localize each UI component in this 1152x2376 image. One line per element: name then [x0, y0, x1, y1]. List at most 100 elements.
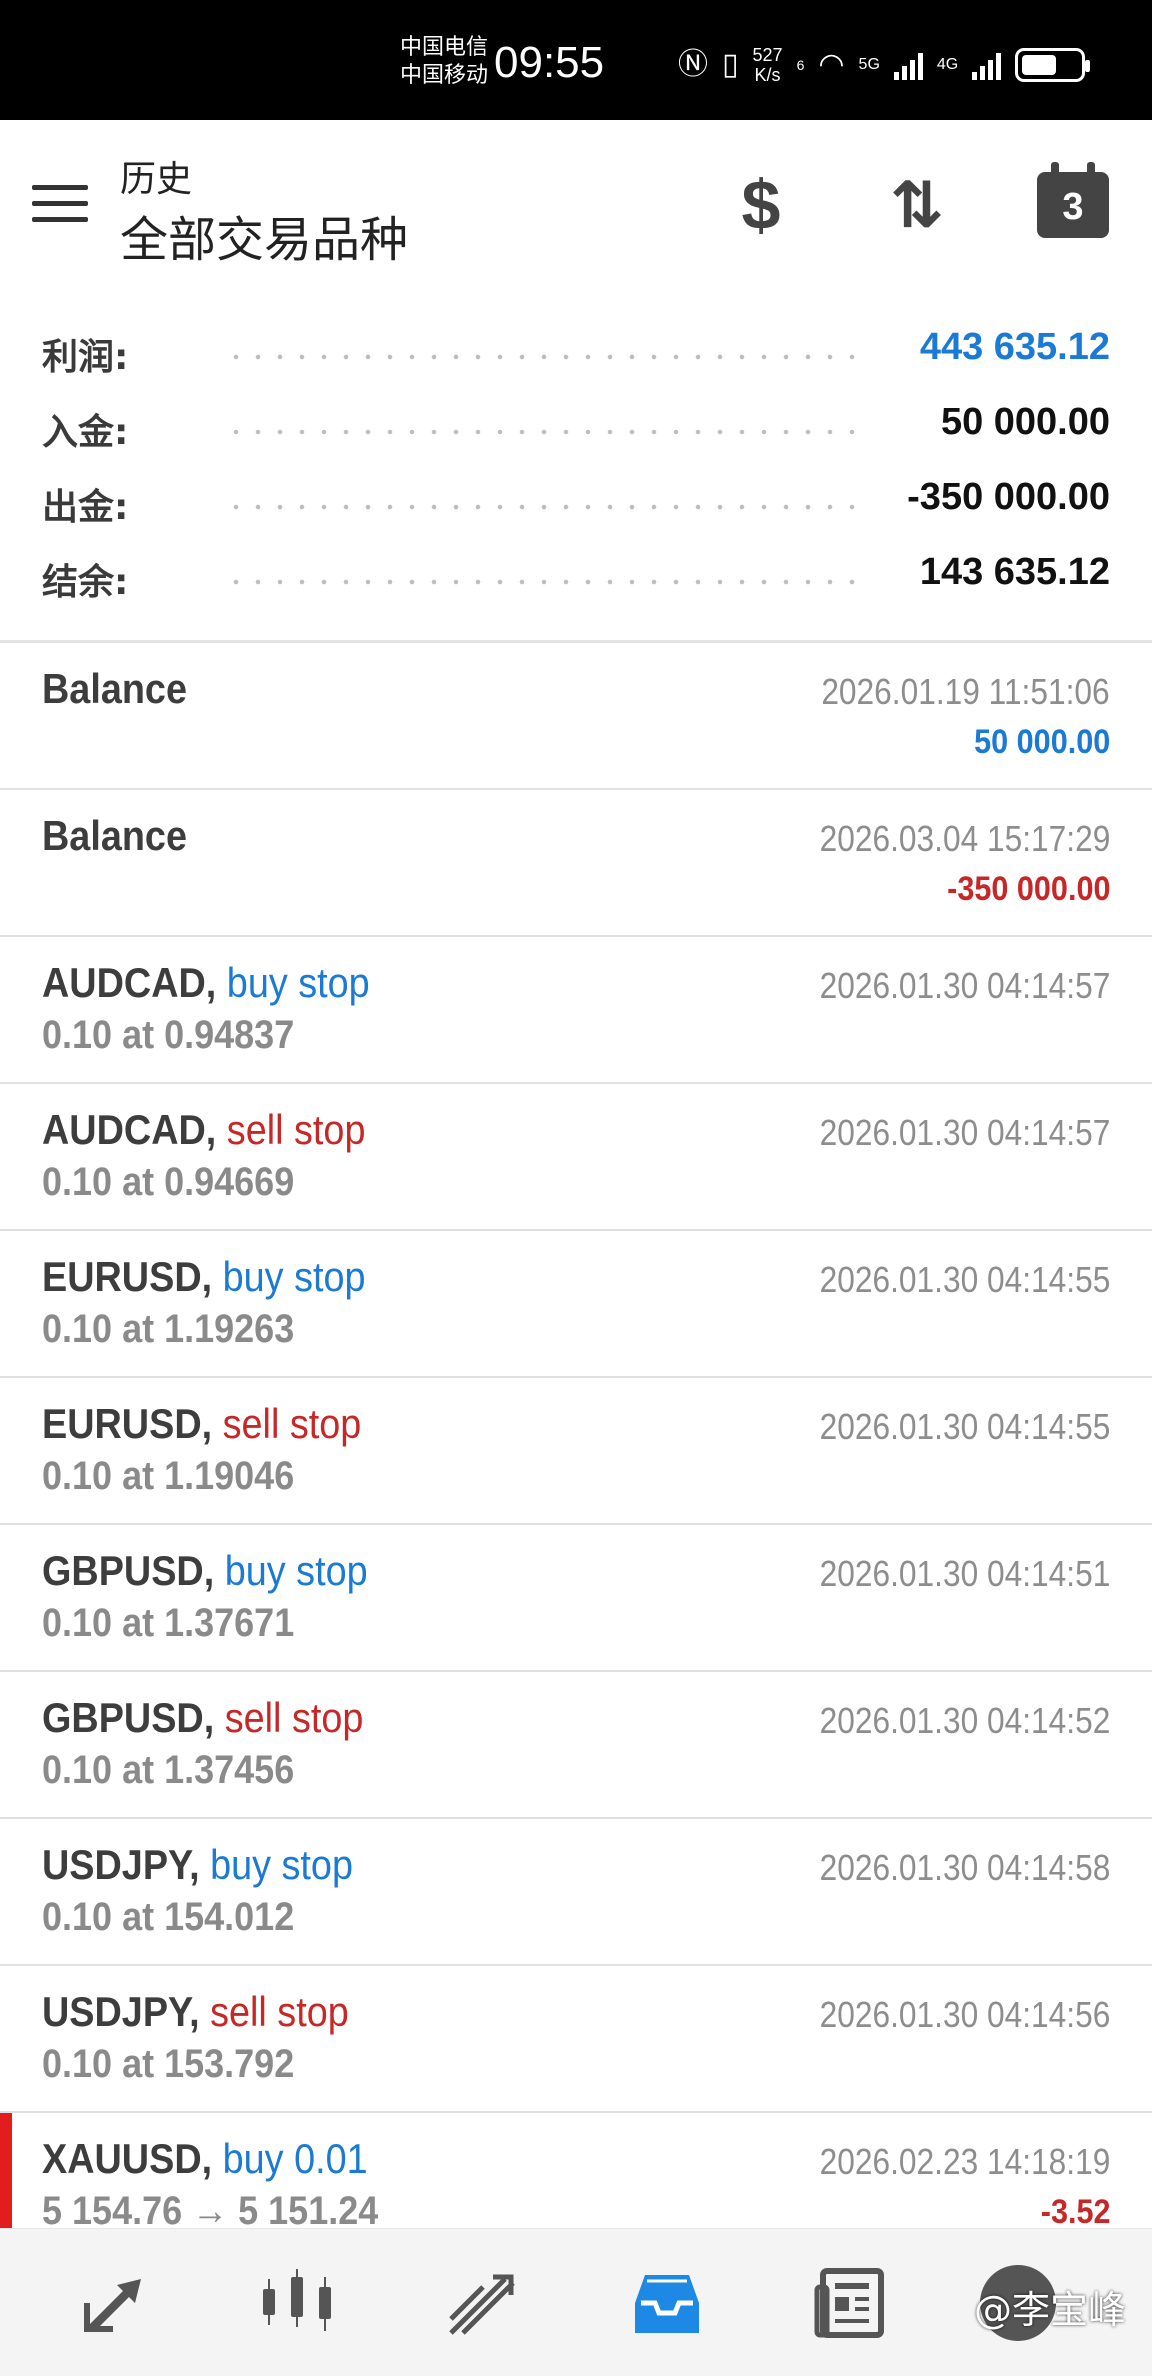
net-type-1: 5G [858, 56, 880, 73]
row-detail: 0.10 at 1.19046 [42, 1454, 295, 1498]
status-icons: Ⓝ ▯ 527 K/s 6 ◠ 5G 4G [678, 40, 1091, 90]
row-type: buy stop [224, 1547, 368, 1594]
quotes-icon[interactable] [70, 2261, 160, 2345]
row-symbol: GBPUSD, [42, 1694, 215, 1741]
trade-icon[interactable] [438, 2261, 528, 2345]
status-clock: 09:55 [494, 38, 605, 87]
history-icon[interactable] [622, 2261, 712, 2345]
row-type: buy stop [210, 1841, 353, 1888]
summary-label: 出金: [42, 487, 129, 528]
summary-value: 443 635.12 [919, 326, 1110, 368]
row-time: 2026.01.30 04:14:55 [819, 1259, 1110, 1300]
summary-label: 利润: [42, 337, 129, 378]
history-row-balance[interactable]: Balance 2026.01.19 11:51:06 50 000.00 [0, 643, 1152, 790]
summary-row-withdrawal: 出金: -350 000.00 [0, 468, 1152, 543]
bottom-nav: @李宝峰 [0, 2228, 1152, 2376]
wifi-sup: 6 [796, 57, 805, 73]
calendar-badge: 3 [1037, 162, 1109, 238]
chart-icon[interactable] [252, 2261, 342, 2345]
row-amount: -350 000.00 [946, 870, 1110, 908]
row-time: 2026.01.30 04:14:51 [819, 1553, 1110, 1594]
row-detail: 0.10 at 153.792 [42, 2042, 295, 2086]
row-type: sell stop [224, 1694, 364, 1741]
net-speed-unit: K/s [754, 65, 781, 85]
row-symbol: XAUUSD, [42, 2135, 213, 2182]
history-row-order[interactable]: AUDCAD, buy stop 0.10 at 0.94837 2026.01… [0, 937, 1152, 1084]
summary-row-deposit: 入金: 50 000.00 [0, 393, 1152, 468]
history-row-balance[interactable]: Balance 2026.03.04 15:17:29 -350 000.00 [0, 790, 1152, 937]
row-time: 2026.01.30 04:14:55 [819, 1406, 1110, 1447]
row-time: 2026.01.30 04:14:56 [819, 1994, 1110, 2035]
row-type: sell stop [210, 1988, 349, 2035]
row-detail: 0.10 at 1.37456 [42, 1748, 295, 1792]
wifi-icon: ◠ [818, 48, 845, 81]
row-detail: 0.10 at 0.94837 [42, 1013, 295, 1057]
dot-leader [225, 504, 865, 510]
carrier-labels: 中国电信 中国移动 [400, 34, 488, 90]
row-amount: -3.52 [1040, 2193, 1110, 2231]
summary-label: 入金: [42, 412, 129, 453]
row-title: Balance [42, 812, 187, 860]
row-symbol: GBPUSD, [42, 1547, 215, 1594]
row-title: USDJPY, sell stop [42, 1988, 349, 2036]
summary-label: 结余: [42, 562, 129, 603]
dot-leader [225, 354, 865, 360]
history-row-order[interactable]: EURUSD, sell stop 0.10 at 1.19046 2026.0… [0, 1378, 1152, 1525]
row-title: USDJPY, buy stop [42, 1841, 353, 1889]
history-row-order[interactable]: GBPUSD, buy stop 0.10 at 1.37671 2026.01… [0, 1525, 1152, 1672]
summary-row-profit: 利润: 443 635.12 [0, 318, 1152, 393]
header-subtitle: 历史 [120, 159, 193, 200]
row-symbol: Balance [42, 812, 187, 859]
signal-icon-1 [893, 50, 923, 80]
row-symbol: AUDCAD, [42, 959, 217, 1006]
history-row-order[interactable]: EURUSD, buy stop 0.10 at 1.19263 2026.01… [0, 1231, 1152, 1378]
history-row-order[interactable]: GBPUSD, sell stop 0.10 at 1.37456 2026.0… [0, 1672, 1152, 1819]
row-title: EURUSD, sell stop [42, 1400, 361, 1448]
summary-row-balance: 结余: 143 635.12 [0, 543, 1152, 618]
row-type: buy stop [226, 959, 370, 1006]
history-list: Balance 2026.01.19 11:51:06 50 000.00 Ba… [0, 643, 1152, 2260]
summary-panel: 利润: 443 635.12 入金: 50 000.00 出金: -350 00… [0, 318, 1152, 618]
sort-icon[interactable]: ⇅ [872, 160, 962, 250]
history-row-order[interactable]: USDJPY, sell stop 0.10 at 153.792 2026.0… [0, 1966, 1152, 2113]
nfc-icon: Ⓝ [678, 48, 708, 81]
row-detail: 0.10 at 154.012 [42, 1895, 295, 1939]
currency-exchange-icon[interactable]: $ [716, 160, 806, 250]
history-row-order[interactable]: USDJPY, buy stop 0.10 at 154.012 2026.01… [0, 1819, 1152, 1966]
header-title[interactable]: 全部交易品种 [120, 200, 408, 270]
row-time: 2026.02.23 14:18:19 [819, 2141, 1110, 2182]
row-symbol: USDJPY, [42, 1841, 200, 1888]
net-speed: 527 K/s [753, 45, 783, 85]
calendar-icon[interactable]: 3 [1028, 160, 1118, 250]
summary-value: 143 635.12 [919, 551, 1110, 593]
row-detail: 0.10 at 1.19263 [42, 1307, 295, 1351]
row-time: 2026.01.30 04:14:52 [819, 1700, 1110, 1741]
app-header: 历史 全部交易品种 $ ⇅ 3 [0, 120, 1152, 290]
summary-value: -350 000.00 [907, 476, 1110, 518]
vibrate-icon: ▯ [722, 48, 739, 81]
row-amount: 50 000.00 [973, 723, 1110, 761]
history-row-order[interactable]: AUDCAD, sell stop 0.10 at 0.94669 2026.0… [0, 1084, 1152, 1231]
row-type: sell stop [226, 1106, 366, 1153]
menu-icon[interactable] [32, 185, 88, 225]
row-title: GBPUSD, sell stop [42, 1694, 363, 1742]
row-type: sell stop [222, 1400, 362, 1447]
row-title: AUDCAD, sell stop [42, 1106, 365, 1154]
row-title: EURUSD, buy stop [42, 1253, 366, 1301]
net-speed-value: 527 [752, 45, 783, 65]
row-time: 2026.01.30 04:14:57 [819, 1112, 1110, 1153]
row-time: 2026.01.30 04:14:57 [819, 965, 1110, 1006]
row-symbol: USDJPY, [42, 1988, 200, 2035]
row-type: buy stop [222, 1253, 366, 1300]
battery-icon [1015, 48, 1091, 82]
row-symbol: AUDCAD, [42, 1106, 217, 1153]
row-time: 2026.03.04 15:17:29 [819, 818, 1110, 859]
row-title: XAUUSD, buy 0.01 [42, 2135, 368, 2183]
row-detail: 0.10 at 1.37671 [42, 1601, 295, 1645]
row-time: 2026.01.19 11:51:06 [821, 671, 1110, 712]
news-icon[interactable] [806, 2261, 896, 2345]
status-bar: 中国电信 中国移动 09:55 Ⓝ ▯ 527 K/s 6 ◠ 5G 4G [0, 0, 1152, 120]
row-type: buy 0.01 [222, 2135, 368, 2182]
carrier-1: 中国电信 [400, 35, 489, 60]
signal-icon-2 [972, 50, 1002, 80]
